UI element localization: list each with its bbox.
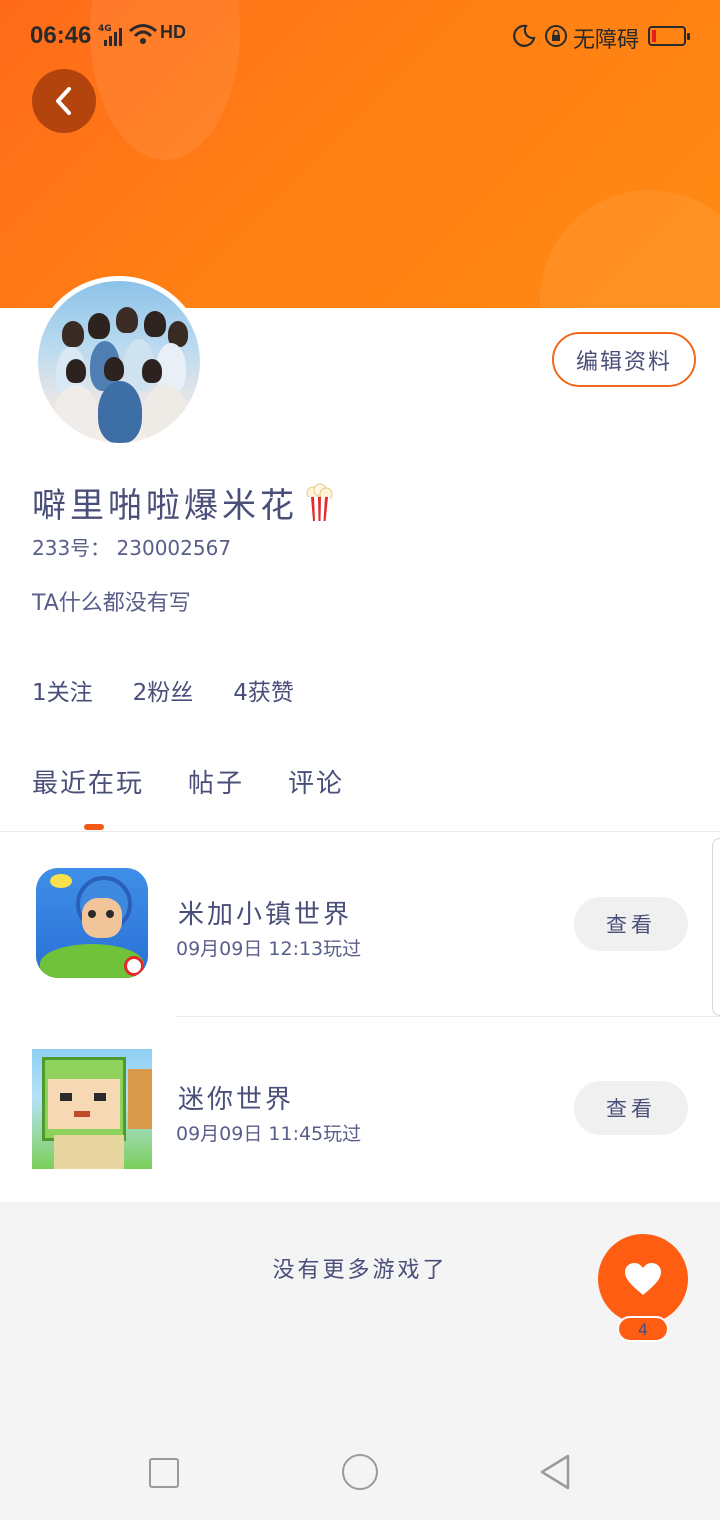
scroll-edge [712,838,720,1016]
like-count-badge: 4 [617,1316,669,1342]
moon-icon [513,24,536,47]
game-title: 米加小镇世界 [178,900,353,930]
tab-posts[interactable]: 帖子 [188,763,244,800]
like-button[interactable] [598,1234,688,1324]
profile-name-row: 噼里啪啦爆米花 [32,478,334,527]
status-time: 06:46 [30,22,92,49]
heart-icon [625,1263,661,1295]
chevron-left-icon [56,87,71,115]
list-item[interactable]: 米加小镇世界 09月09日 12:13玩过 查看 [0,832,720,1016]
tab-indicator [84,824,104,830]
list-item[interactable]: 迷你世界 09月09日 11:45玩过 查看 [0,1017,720,1201]
banner-decoration [540,190,720,308]
user-id: 233号： 230002567 [32,536,232,560]
accessibility-label: 无障碍 [573,28,640,53]
wifi-icon [129,24,157,44]
profile-name: 噼里啪啦爆米花 [32,486,298,526]
tab-comments[interactable]: 评论 [288,763,344,800]
game-played-time: 09月09日 12:13玩过 [176,938,362,960]
game-icon [36,868,148,978]
system-nav-bar [0,1424,720,1520]
game-title: 迷你世界 [178,1085,295,1115]
user-bio: TA什么都没有写 [32,591,191,616]
avatar[interactable] [33,276,205,448]
view-button[interactable]: 查看 [574,897,688,951]
recent-apps-button[interactable] [149,1458,179,1488]
battery-icon [648,26,690,46]
likes-count: 4获赞 [233,680,294,706]
back-button[interactable] [32,69,96,133]
popcorn-icon [306,483,333,521]
profile-tabs: 最近在玩 帖子 评论 [32,763,344,800]
status-bar: 06:46 4G HD 无障碍 [0,0,720,72]
rotation-lock-icon [545,25,567,47]
tab-recent-games[interactable]: 最近在玩 [32,763,144,800]
game-played-time: 09月09日 11:45玩过 [176,1123,362,1145]
list-footer [0,1202,720,1424]
following-count[interactable]: 1关注 [32,673,93,707]
profile-stats: 1关注 2粉丝 4获赞 [32,673,294,707]
followers-count[interactable]: 2粉丝 [133,673,194,707]
nav-back-button[interactable] [538,1452,572,1492]
edit-profile-button[interactable]: 编辑资料 [552,332,696,387]
hd-label: HD [160,22,186,42]
signal-icon [104,26,122,46]
view-button[interactable]: 查看 [574,1081,688,1135]
game-icon [32,1049,152,1169]
home-button[interactable] [342,1454,378,1490]
